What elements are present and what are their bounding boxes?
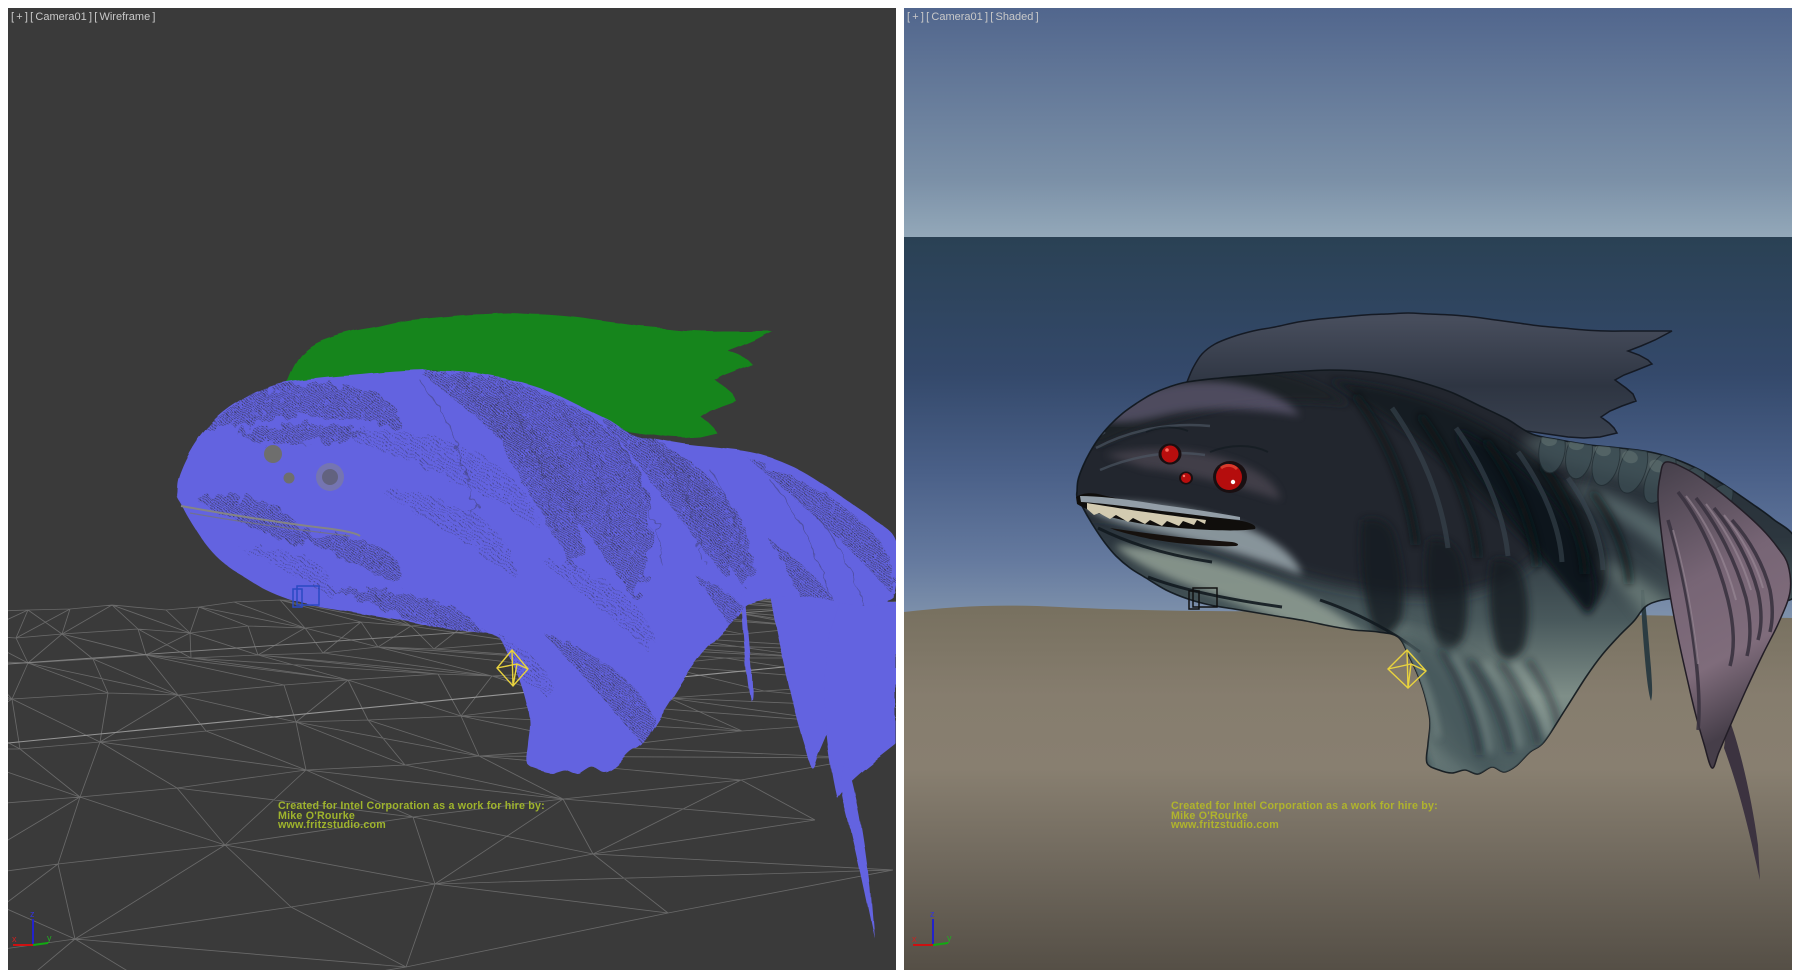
svg-text:z: z xyxy=(30,909,35,919)
svg-text:y: y xyxy=(47,933,52,943)
svg-text:y: y xyxy=(947,933,952,943)
svg-text:z: z xyxy=(930,909,935,919)
svg-text:x: x xyxy=(912,934,917,944)
svg-text:x: x xyxy=(12,934,17,944)
